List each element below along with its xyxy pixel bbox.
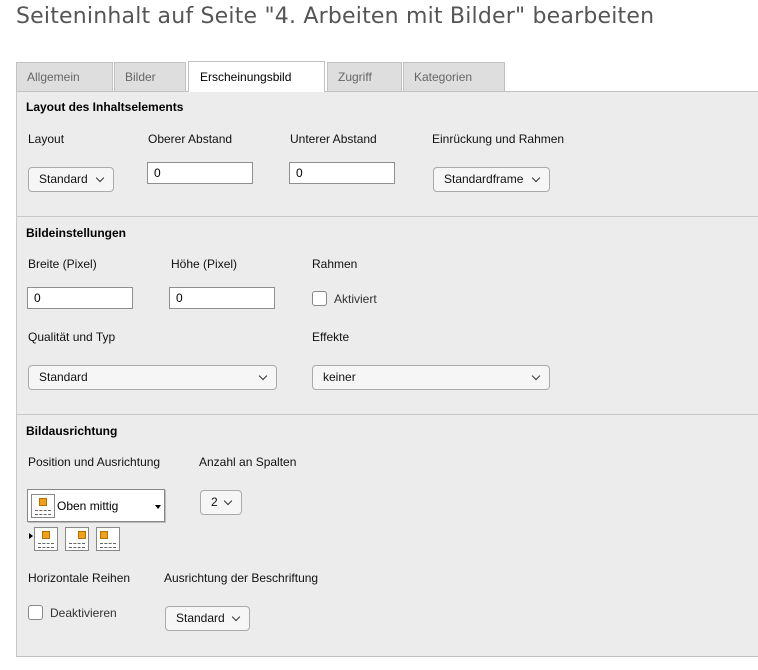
align-top-right-icon[interactable] [65,527,89,551]
tab-erscheinungsbild[interactable]: Erscheinungsbild [188,61,325,92]
effects-select-value: keiner [323,370,356,384]
layout-select[interactable]: Standard [28,167,114,192]
layout-select-value: Standard [39,172,88,186]
quality-select-value: Standard [39,370,88,384]
section-title-layout: Layout des Inhaltselements [26,100,184,114]
border-label: Rahmen [312,257,358,271]
effects-select[interactable]: keiner [312,365,550,390]
chevron-down-icon [531,173,541,183]
quality-select[interactable]: Standard [28,365,277,390]
rows-label: Horizontale Reihen [28,571,131,585]
chevron-down-icon [531,371,541,381]
tab-zugriff[interactable]: Zugriff [327,62,402,91]
border-checkbox[interactable] [312,291,327,306]
columns-select-value: 2 [211,495,218,509]
caption-select[interactable]: Standard [165,606,250,631]
height-input[interactable] [169,287,275,309]
section-title-image-alignment: Bildausrichtung [26,424,118,438]
chevron-down-icon [95,173,105,183]
caption-select-value: Standard [176,611,225,625]
effects-label: Effekte [312,330,350,344]
width-label: Breite (Pixel) [28,257,97,271]
columns-select[interactable]: 2 [200,490,242,515]
quality-label: Qualität und Typ [28,330,116,344]
align-top-left-icon[interactable] [96,527,120,551]
section-title-image-settings: Bildeinstellungen [26,226,127,240]
selection-marker-icon [29,533,33,539]
space-before-label: Oberer Abstand [148,132,233,146]
page-title: Seiteninhalt auf Seite "4. Arbeiten mit … [16,4,655,29]
image-top-center-icon [31,494,55,518]
space-after-label: Unterer Abstand [290,132,377,146]
width-input[interactable] [27,287,133,309]
frame-select[interactable]: Standardframe [433,167,550,192]
border-checkbox-label: Aktiviert [334,292,377,306]
space-before-input[interactable] [147,162,253,184]
frame-select-value: Standardframe [444,172,524,186]
section-divider [16,414,758,415]
position-select[interactable]: Oben mittig [27,489,165,522]
columns-label: Anzahl an Spalten [199,455,297,469]
position-label: Position und Ausrichtung [28,455,161,469]
chevron-down-icon [258,371,268,381]
rows-checkbox[interactable] [28,605,43,620]
tab-kategorien[interactable]: Kategorien [403,62,505,91]
height-label: Höhe (Pixel) [171,257,238,271]
chevron-down-icon [223,496,233,506]
tab-allgemein[interactable]: Allgemein [16,62,113,91]
align-top-center-icon[interactable] [34,527,58,551]
space-after-input[interactable] [289,162,395,184]
tab-bilder[interactable]: Bilder [114,62,186,91]
caption-label: Ausrichtung der Beschriftung [164,571,319,585]
section-divider [16,216,758,217]
caret-down-icon [155,505,161,509]
chevron-down-icon [231,612,241,622]
position-select-value: Oben mittig [57,499,119,513]
frame-label: Einrückung und Rahmen [432,132,565,146]
rows-checkbox-label: Deaktivieren [50,606,117,620]
layout-label: Layout [28,132,65,146]
